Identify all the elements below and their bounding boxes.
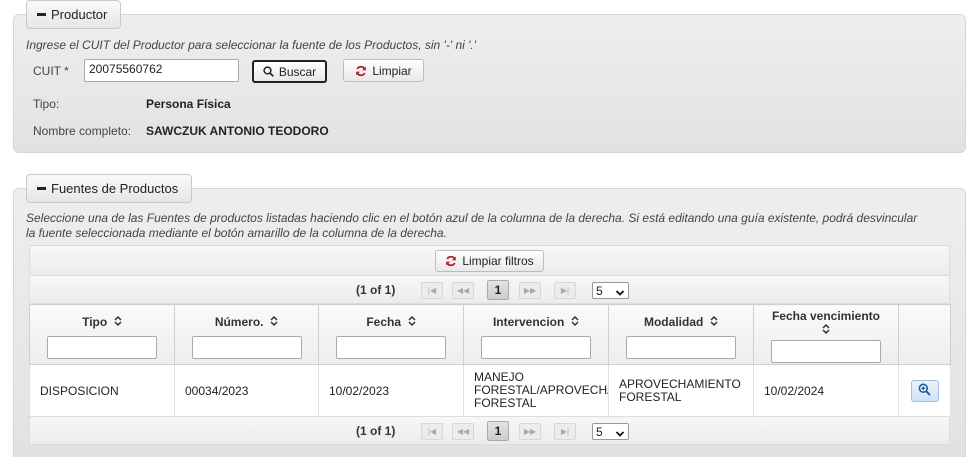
rows-per-page-value: 5 (596, 424, 603, 439)
sort-icon (111, 315, 122, 329)
cuit-input[interactable]: 20075560762 (84, 59, 239, 82)
search-icon (263, 66, 274, 77)
refresh-icon (445, 255, 457, 267)
chevron-down-icon (615, 286, 625, 300)
cell-actions (898, 364, 951, 417)
fuentes-hint-line1: Seleccione una de las Fuentes de product… (26, 211, 918, 225)
paginator-top: (1 of 1) |◀ ◀◀ 1 ▶▶ ▶| 5 (29, 275, 950, 304)
last-page-button[interactable]: ▶| (554, 282, 576, 299)
sort-icon (822, 323, 830, 337)
cell-modalidad: APROVECHAMIENTO FORESTAL (608, 364, 754, 417)
sort-icon (267, 315, 278, 329)
prev-page-button[interactable]: ◀◀ (452, 423, 474, 440)
nombre-value: SAWCZUK ANTONIO TEODORO (146, 124, 329, 138)
column-header-fecha[interactable]: Fecha (318, 304, 464, 365)
column-header-vencimiento[interactable]: Fecha vencimiento (753, 304, 899, 365)
column-header-tipo[interactable]: Tipo (29, 304, 175, 365)
filters-toolbar: Limpiar filtros (29, 245, 950, 275)
productor-legend-label: Productor (51, 7, 108, 22)
fuentes-legend-label: Fuentes de Productos (51, 181, 179, 196)
rows-per-page-select[interactable]: 5 (592, 423, 629, 440)
chevron-down-icon (615, 427, 625, 441)
page-1-button[interactable]: 1 (487, 421, 509, 441)
cell-vencimiento: 10/02/2024 (753, 364, 899, 417)
rows-per-page-value: 5 (596, 283, 603, 298)
column-header-modalidad[interactable]: Modalidad (608, 304, 754, 365)
minus-icon (37, 187, 46, 190)
rows-per-page-select[interactable]: 5 (592, 282, 629, 299)
fuentes-hint: Seleccione una de las Fuentes de product… (26, 211, 961, 241)
sort-icon (404, 315, 416, 329)
prev-page-button[interactable]: ◀◀ (452, 282, 474, 299)
filter-input-modalidad[interactable] (626, 336, 736, 359)
next-page-button[interactable]: ▶▶ (519, 282, 541, 299)
filter-input-numero[interactable] (191, 336, 302, 359)
page-count: (1 of 1) (356, 424, 396, 438)
nombre-label: Nombre completo: (33, 124, 132, 138)
page-count: (1 of 1) (356, 283, 396, 297)
sort-icon (568, 315, 579, 329)
refresh-icon (355, 65, 367, 77)
filter-input-fecha[interactable] (336, 336, 446, 359)
cell-tipo: DISPOSICION (29, 364, 175, 417)
column-header-actions (898, 304, 951, 365)
limpiar-filtros-label: Limpiar filtros (462, 254, 534, 268)
buscar-button-label: Buscar (278, 64, 317, 79)
cell-intervencion: MANEJO FORESTAL/APROVECHAMIENTO FORESTAL (463, 364, 609, 417)
productor-hint: Ingrese el CUIT del Productor para selec… (26, 38, 477, 52)
limpiar-filtros-button[interactable]: Limpiar filtros (435, 250, 544, 272)
tipo-label: Tipo: (33, 97, 60, 111)
page-1-button[interactable]: 1 (487, 280, 509, 300)
limpiar-button-label: Limpiar (372, 63, 412, 78)
next-page-button[interactable]: ▶▶ (519, 423, 541, 440)
column-header-numero[interactable]: Número. (174, 304, 319, 365)
paginator-bottom: (1 of 1) |◀ ◀◀ 1 ▶▶ ▶| 5 (29, 416, 950, 445)
sort-icon (707, 315, 718, 329)
select-source-button[interactable] (910, 379, 939, 402)
first-page-button[interactable]: |◀ (421, 423, 443, 440)
fuentes-table: Tipo Número. Fecha Intervencion Modalida… (29, 304, 951, 417)
first-page-button[interactable]: |◀ (421, 282, 443, 299)
zoom-in-icon (918, 383, 931, 399)
limpiar-button[interactable]: Limpiar (343, 59, 424, 82)
table-row: DISPOSICION 00034/2023 10/02/2023 MANEJO… (29, 364, 951, 417)
filter-input-intervencion[interactable] (481, 336, 591, 359)
fuentes-hint-line2: la fuente seleccionada mediante el botón… (26, 226, 447, 240)
column-header-intervencion[interactable]: Intervencion (463, 304, 609, 365)
tipo-value: Persona Física (146, 97, 231, 111)
filter-input-tipo[interactable] (47, 336, 157, 359)
cell-fecha: 10/02/2023 (318, 364, 464, 417)
buscar-button[interactable]: Buscar (252, 60, 327, 83)
cell-numero: 00034/2023 (174, 364, 319, 417)
minus-icon (37, 13, 46, 16)
fuentes-legend-toggle[interactable]: Fuentes de Productos (26, 174, 192, 203)
filter-input-vencimiento[interactable] (771, 340, 881, 363)
productor-legend-toggle[interactable]: Productor (26, 0, 121, 29)
cuit-label: CUIT * (33, 64, 69, 78)
last-page-button[interactable]: ▶| (554, 423, 576, 440)
table-header-row: Tipo Número. Fecha Intervencion Modalida… (29, 304, 951, 365)
